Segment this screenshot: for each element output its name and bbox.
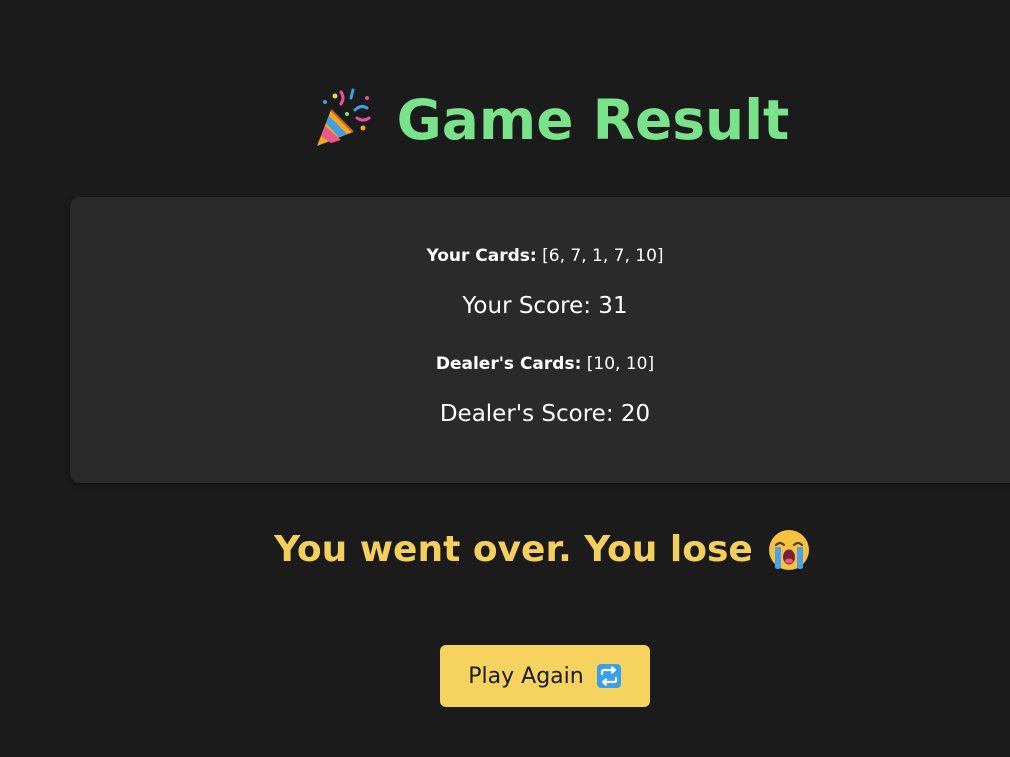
your-score: Your Score: 31	[462, 293, 628, 319]
result-message: You went over. You lose	[274, 529, 753, 570]
repeat-icon	[596, 663, 622, 689]
play-again-button[interactable]: Play Again	[440, 645, 650, 707]
crying-face-icon	[767, 528, 811, 572]
your-cards-row: Your Cards: [6, 7, 1, 7, 10]	[70, 246, 1010, 266]
dealer-cards-row: Dealer's Cards: [10, 10]	[70, 354, 1010, 374]
dealer-score: Dealer's Score: 20	[439, 401, 651, 427]
play-again-label: Play Again	[468, 663, 584, 689]
title-row: Game Result	[0, 84, 1010, 156]
game-result-page: Game Result Your Cards: [6, 7, 1, 7, 10]…	[0, 0, 1010, 757]
dealer-cards-label: Dealer's Cards:	[435, 354, 582, 374]
page-title: Game Result	[396, 88, 790, 152]
score-panel: Your Cards: [6, 7, 1, 7, 10] Your Score:…	[70, 197, 1010, 483]
dealer-cards-value: [10, 10]	[586, 354, 655, 374]
result-row: You went over. You lose	[0, 526, 1010, 574]
your-cards-label: Your Cards:	[426, 246, 537, 266]
your-cards-value: [6, 7, 1, 7, 10]	[542, 246, 664, 266]
party-popper-icon	[311, 88, 375, 152]
